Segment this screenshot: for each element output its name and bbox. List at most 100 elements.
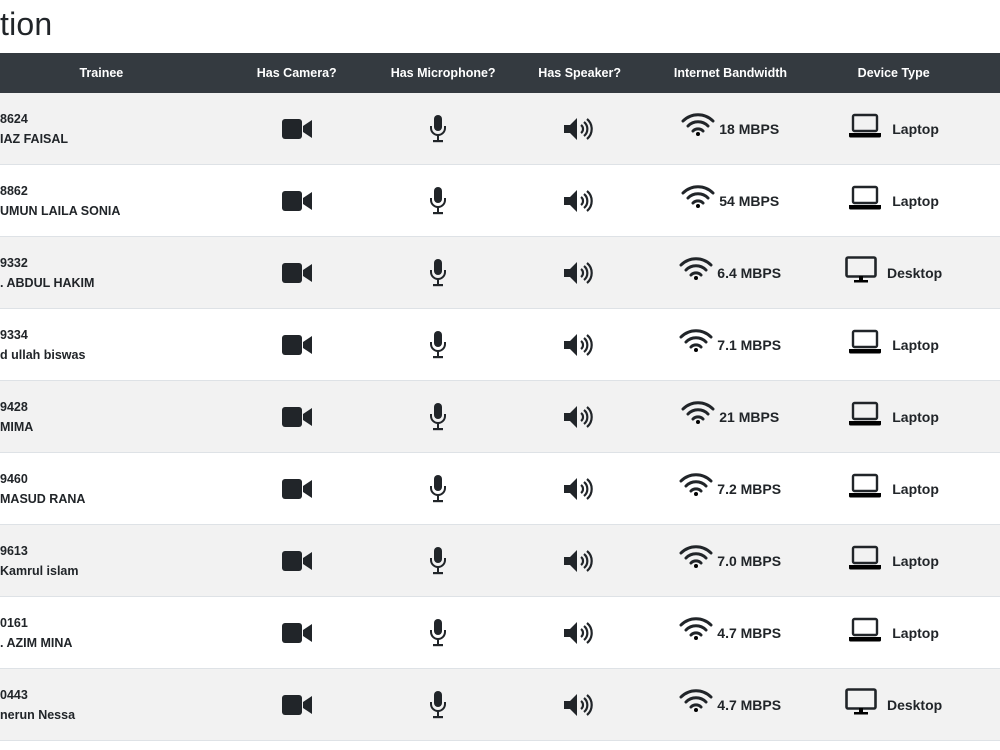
bandwidth-cell: 7.1 MBPS <box>673 328 787 353</box>
microphone-icon <box>430 330 447 358</box>
video-camera-icon <box>282 190 313 211</box>
video-camera-icon <box>282 478 313 499</box>
microphone-cell <box>391 258 485 287</box>
trainee-id: 8862 <box>0 183 28 198</box>
trainee-device-table: Trainee Has Camera? Has Microphone? Has … <box>0 53 1000 741</box>
camera-cell <box>203 118 391 140</box>
header-device: Device Type <box>857 66 930 80</box>
table-body: 8624 IAZ FAISAL 18 MBPS Laptop 8862 UMUN… <box>0 93 1000 741</box>
laptop-icon <box>849 185 882 209</box>
speaker-cell <box>485 404 673 430</box>
trainee-id: 9428 <box>0 399 28 414</box>
device-type: Desktop <box>886 696 943 713</box>
trainee-cell: 8862 UMUN LAILA SONIA <box>0 181 203 221</box>
header-bandwidth: Internet Bandwidth <box>673 66 788 80</box>
microphone-cell <box>391 186 485 215</box>
bandwidth-value: 21 MBPS <box>719 408 780 425</box>
table-row: 8624 IAZ FAISAL 18 MBPS Laptop <box>0 93 1000 165</box>
device-type: Laptop <box>892 120 939 137</box>
table-header: Trainee Has Camera? Has Microphone? Has … <box>0 53 1000 93</box>
microphone-icon <box>430 186 447 214</box>
table-row: 8862 UMUN LAILA SONIA 54 MBPS Laptop <box>0 165 1000 237</box>
microphone-icon <box>430 690 447 718</box>
microphone-icon <box>430 474 447 502</box>
speaker-icon <box>564 261 594 284</box>
trainee-id: 0161 <box>0 615 28 630</box>
bandwidth-cell: 18 MBPS <box>673 112 787 137</box>
wifi-icon <box>681 400 715 424</box>
table-row: 0443 nerun Nessa 4.7 MBPS Desktop <box>0 669 1000 741</box>
table-row: 9428 MIMA 21 MBPS Laptop <box>0 381 1000 453</box>
bandwidth-value: 6.4 MBPS <box>717 264 782 281</box>
speaker-icon <box>564 477 594 500</box>
speaker-icon <box>564 621 594 644</box>
wifi-icon <box>679 472 713 496</box>
trainee-id: 8624 <box>0 111 28 126</box>
bandwidth-cell: 7.0 MBPS <box>673 544 787 569</box>
table-row: 9613 Kamrul islam 7.0 MBPS Laptop <box>0 525 1000 597</box>
trainee-name: . ABDUL HAKIM <box>0 275 95 290</box>
bandwidth-cell: 21 MBPS <box>673 400 787 425</box>
device-type: Desktop <box>886 264 943 281</box>
bandwidth-value: 18 MBPS <box>719 120 780 137</box>
header-trainee: Trainee <box>79 66 124 80</box>
video-camera-icon <box>282 622 313 643</box>
laptop-icon <box>849 329 882 353</box>
trainee-name: . AZIM MINA <box>0 635 73 650</box>
laptop-icon <box>849 401 882 425</box>
video-camera-icon <box>282 118 313 139</box>
speaker-cell <box>485 260 673 286</box>
video-camera-icon <box>282 334 313 355</box>
bandwidth-value: 4.7 MBPS <box>717 624 782 641</box>
microphone-icon <box>430 546 447 574</box>
trainee-id: 9334 <box>0 327 28 342</box>
video-camera-icon <box>282 262 313 283</box>
table-row: 9334 d ullah biswas 7.1 MBPS Laptop <box>0 309 1000 381</box>
wifi-icon <box>679 688 713 712</box>
trainee-cell: 9332 . ABDUL HAKIM <box>0 253 203 293</box>
bandwidth-cell: 4.7 MBPS <box>673 688 787 713</box>
microphone-icon <box>430 258 447 286</box>
header-camera: Has Camera? <box>256 66 337 80</box>
speaker-icon <box>564 549 594 572</box>
microphone-icon <box>430 618 447 646</box>
trainee-cell: 0443 nerun Nessa <box>0 685 203 725</box>
wifi-icon <box>679 256 713 280</box>
camera-cell <box>203 262 391 284</box>
speaker-icon <box>564 117 594 140</box>
trainee-id: 9460 <box>0 471 28 486</box>
trainee-cell: 9428 MIMA <box>0 397 203 437</box>
trainee-cell: 9460 MASUD RANA <box>0 469 203 509</box>
laptop-icon <box>849 545 882 569</box>
video-camera-icon <box>282 694 313 715</box>
trainee-name: d ullah biswas <box>0 347 86 362</box>
microphone-cell <box>391 330 485 359</box>
speaker-cell <box>485 620 673 646</box>
wifi-icon <box>681 184 715 208</box>
speaker-cell <box>485 116 673 142</box>
microphone-icon <box>430 114 447 142</box>
device-cell: Laptop <box>787 329 1000 355</box>
speaker-icon <box>564 693 594 716</box>
speaker-cell <box>485 332 673 358</box>
table-row: 9460 MASUD RANA 7.2 MBPS Laptop <box>0 453 1000 525</box>
bandwidth-value: 7.0 MBPS <box>717 552 782 569</box>
device-type: Laptop <box>892 480 939 497</box>
page-title: tion <box>0 6 53 42</box>
trainee-id: 0443 <box>0 687 28 702</box>
device-cell: Laptop <box>787 617 1000 643</box>
bandwidth-cell: 4.7 MBPS <box>673 616 787 641</box>
trainee-cell: 9334 d ullah biswas <box>0 325 203 365</box>
speaker-cell <box>485 188 673 214</box>
device-type: Laptop <box>892 408 939 425</box>
bandwidth-cell: 54 MBPS <box>673 184 787 209</box>
device-cell: Desktop <box>787 687 1000 716</box>
device-cell: Laptop <box>787 185 1000 211</box>
speaker-cell <box>485 692 673 718</box>
bandwidth-cell: 6.4 MBPS <box>673 256 787 281</box>
trainee-id: 9613 <box>0 543 28 558</box>
microphone-cell <box>391 402 485 431</box>
wifi-icon <box>679 328 713 352</box>
device-cell: Laptop <box>787 545 1000 571</box>
laptop-icon <box>849 617 882 641</box>
